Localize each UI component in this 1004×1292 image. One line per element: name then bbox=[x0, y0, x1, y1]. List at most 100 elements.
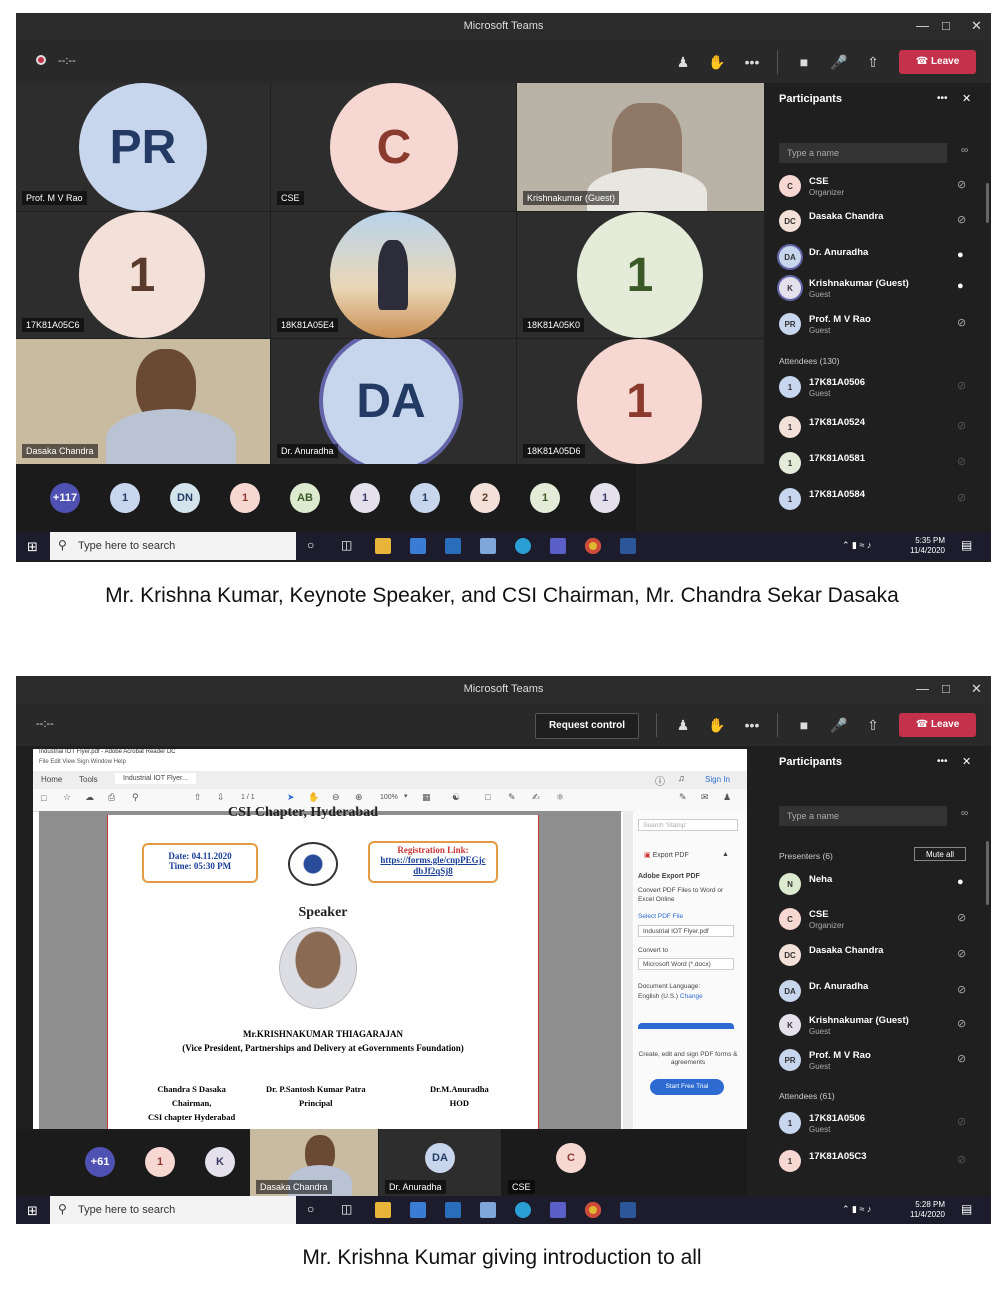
tray-icons[interactable]: ⌃ ▮ ≈ ♪ bbox=[842, 1204, 871, 1215]
video-tile[interactable]: 18K81A05E4 bbox=[271, 212, 516, 338]
chevron-up-icon[interactable]: ▲ bbox=[722, 851, 729, 858]
export-pdf-header[interactable]: ▣ Export PDF bbox=[644, 851, 689, 859]
participant-row[interactable]: DC Dasaka Chandra ⊘ bbox=[779, 208, 979, 238]
share-screen-icon[interactable]: ⇧ bbox=[863, 52, 883, 72]
fit-page-icon[interactable]: ▦ bbox=[422, 792, 431, 803]
shared-screen-acrobat[interactable]: Industrial IOT Flyer.pdf - Adobe Acrobat… bbox=[33, 749, 747, 1129]
acrobat-menu[interactable]: File Edit View Sign Window Help bbox=[39, 759, 126, 765]
tab-home[interactable]: Home bbox=[41, 775, 62, 784]
video-tile-dasaka[interactable]: Dasaka Chandra bbox=[250, 1129, 378, 1196]
participant-row[interactable]: K Krishnakumar (Guest) Guest ● bbox=[779, 275, 979, 305]
file-explorer-icon[interactable] bbox=[375, 1202, 391, 1218]
video-tile[interactable]: 1 18K81A05D6 bbox=[517, 339, 764, 464]
zoom-search-icon[interactable]: ⚲ bbox=[132, 792, 139, 803]
mail-icon[interactable] bbox=[445, 538, 461, 554]
save-icon[interactable]: □ bbox=[41, 793, 46, 803]
tab-tools[interactable]: Tools bbox=[79, 775, 98, 784]
overflow-avatar[interactable]: 1 bbox=[590, 483, 620, 513]
doc-scrollbar[interactable] bbox=[623, 811, 633, 1129]
participant-row[interactable]: 1 17K81A0506 Guest ⊘ bbox=[779, 374, 979, 404]
hand-icon[interactable]: ✋ bbox=[308, 792, 319, 803]
tray-icons[interactable]: ⌃ ▮ ≈ ♪ bbox=[842, 540, 871, 551]
select-file-link[interactable]: Select PDF File bbox=[638, 913, 683, 920]
more-participants-badge[interactable]: +117 bbox=[50, 483, 80, 513]
participant-row[interactable]: 1 17K81A0524 ⊘ bbox=[779, 414, 979, 444]
taskbar-search-input[interactable]: Type here to search bbox=[50, 532, 296, 560]
task-view-icon[interactable]: ◫ bbox=[341, 1202, 352, 1216]
video-tile[interactable]: C CSE bbox=[502, 1129, 624, 1196]
participants-icon[interactable]: ♟ bbox=[673, 715, 693, 735]
overflow-avatar[interactable]: 2 bbox=[470, 483, 500, 513]
zoom-level[interactable]: 100% bbox=[380, 794, 398, 801]
overflow-avatar[interactable]: 1 bbox=[350, 483, 380, 513]
video-tile[interactable]: 1 18K81A05K0 bbox=[517, 212, 764, 338]
participant-row[interactable]: 1 17K81A0584 ⊘ bbox=[779, 486, 979, 516]
tools-search-input[interactable]: Search 'Stamp' bbox=[638, 819, 738, 831]
app-icon[interactable] bbox=[480, 538, 496, 554]
request-control-button[interactable]: Request control bbox=[535, 713, 639, 739]
participant-row[interactable]: DC Dasaka Chandra ⊘ bbox=[779, 942, 979, 972]
participant-row[interactable]: PR Prof. M V Rao Guest ⊘ bbox=[779, 1047, 979, 1077]
app-icon[interactable] bbox=[480, 1202, 496, 1218]
task-view-icon[interactable]: ◫ bbox=[341, 538, 352, 552]
chevron-down-icon[interactable]: ▾ bbox=[404, 792, 408, 800]
cortana-icon[interactable]: ○ bbox=[307, 538, 314, 552]
store-icon[interactable] bbox=[410, 1202, 426, 1218]
zoom-out-icon[interactable]: ⊖ bbox=[332, 792, 340, 803]
page-indicator[interactable]: 1 / 1 bbox=[241, 794, 255, 801]
overflow-avatar[interactable]: 1 bbox=[145, 1147, 175, 1177]
participant-search-input[interactable]: Type a name bbox=[779, 806, 947, 826]
print-icon[interactable]: ⎙ bbox=[108, 792, 115, 803]
file-explorer-icon[interactable] bbox=[375, 538, 391, 554]
notifications-icon[interactable]: ▤ bbox=[961, 1202, 972, 1216]
teams-icon[interactable] bbox=[550, 1202, 566, 1218]
video-tile[interactable]: C CSE bbox=[271, 83, 516, 211]
convert-button[interactable] bbox=[638, 1023, 734, 1029]
camera-icon[interactable]: ■ bbox=[794, 52, 814, 72]
more-options-icon[interactable]: ••• bbox=[937, 756, 948, 767]
change-link[interactable]: Change bbox=[680, 993, 703, 1000]
attendees-heading[interactable]: Attendees (130) bbox=[779, 356, 839, 366]
participant-row[interactable]: 1 17K81A0581 ⊘ bbox=[779, 450, 979, 480]
word-icon[interactable] bbox=[620, 538, 636, 554]
tab-document[interactable]: Industrial IOT Flyer... bbox=[115, 773, 196, 784]
participant-row[interactable]: DA Dr. Anuradha ⊘ bbox=[779, 978, 979, 1008]
clock[interactable]: 5:28 PM 11/4/2020 bbox=[910, 1200, 945, 1220]
link-icon[interactable]: ∞ bbox=[961, 145, 968, 156]
chrome-icon[interactable] bbox=[585, 1202, 601, 1218]
participant-row[interactable]: N Neha ● bbox=[779, 871, 979, 901]
close-panel-icon[interactable]: ✕ bbox=[962, 755, 971, 768]
stamp-icon[interactable]: ⚛ bbox=[556, 792, 564, 803]
windows-start-icon[interactable]: ⊞ bbox=[27, 1203, 38, 1219]
camera-icon[interactable]: ■ bbox=[794, 715, 814, 735]
participant-row[interactable]: PR Prof. M V Rao Guest ⊘ bbox=[779, 311, 979, 341]
participant-row[interactable]: 1 17K81A0506 Guest ⊘ bbox=[779, 1110, 979, 1140]
scroll-icon[interactable]: ☯ bbox=[452, 792, 460, 803]
clock[interactable]: 5:35 PM 11/4/2020 bbox=[910, 536, 945, 556]
overflow-avatar[interactable]: 1 bbox=[410, 483, 440, 513]
overflow-avatar[interactable]: 1 bbox=[110, 483, 140, 513]
close-panel-icon[interactable]: ✕ bbox=[962, 92, 971, 105]
participant-row[interactable]: K Krishnakumar (Guest) Guest ⊘ bbox=[779, 1012, 979, 1042]
email-icon[interactable]: ✉ bbox=[701, 792, 709, 803]
taskbar-search-input[interactable]: Type here to search bbox=[50, 1196, 296, 1224]
video-tile[interactable]: PR Prof. M V Rao bbox=[16, 83, 270, 211]
bell-icon[interactable]: ♫ bbox=[678, 773, 685, 783]
share-screen-icon[interactable]: ⇧ bbox=[863, 715, 883, 735]
overflow-avatar[interactable]: DN bbox=[170, 483, 200, 513]
more-actions-icon[interactable]: ••• bbox=[742, 52, 762, 72]
video-tile[interactable]: DA Dr. Anuradha bbox=[271, 339, 516, 464]
participants-icon[interactable]: ♟ bbox=[673, 52, 693, 72]
close-icon[interactable]: ✕ bbox=[971, 681, 982, 697]
participant-row[interactable]: C CSE Organizer ⊘ bbox=[779, 173, 979, 203]
cursor-icon[interactable]: ➤ bbox=[287, 792, 295, 803]
panel-scrollbar[interactable] bbox=[986, 183, 989, 223]
leave-button[interactable]: ☎ Leave bbox=[899, 713, 976, 737]
more-participants-badge[interactable]: +61 bbox=[85, 1147, 115, 1177]
leave-button[interactable]: ☎ Leave bbox=[899, 50, 976, 74]
panel-scrollbar[interactable] bbox=[986, 841, 989, 905]
video-tile[interactable]: 1 17K81A05C6 bbox=[16, 212, 270, 338]
raise-hand-icon[interactable]: ✋ bbox=[707, 715, 727, 735]
fill-sign-icon[interactable]: ✎ bbox=[679, 792, 687, 803]
registration-box[interactable]: Registration Link: https://forms.gle/cnp… bbox=[368, 841, 498, 883]
